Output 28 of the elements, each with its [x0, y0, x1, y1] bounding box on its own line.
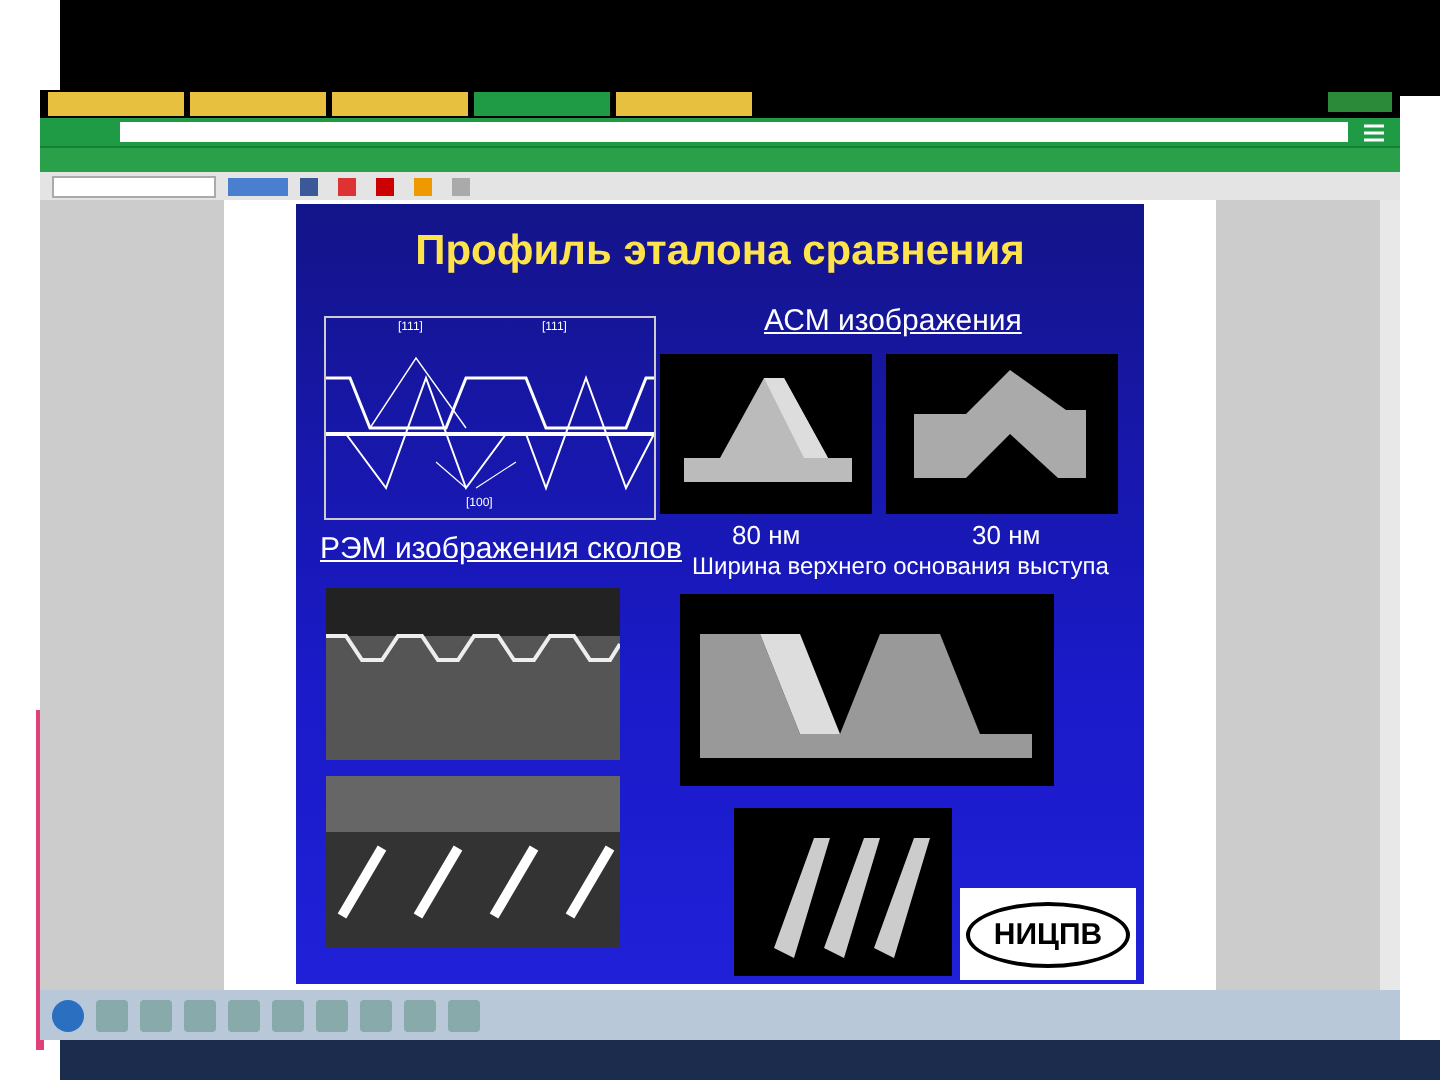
slide-title: Профиль эталона сравнения — [413, 228, 1027, 276]
taskbar-app-icon[interactable] — [404, 999, 436, 1031]
taskbar-app-icon[interactable] — [96, 999, 128, 1031]
address-field[interactable] — [120, 122, 1348, 142]
taskbar-app-icon[interactable] — [448, 999, 480, 1031]
image-caption: 80 нм — [732, 520, 801, 550]
scrollbar[interactable] — [1380, 200, 1400, 990]
browser-tab[interactable] — [332, 92, 468, 116]
browser-tab[interactable] — [48, 92, 184, 116]
taskbar-app-icon[interactable] — [140, 999, 172, 1031]
logo-oval: НИЦПВ — [965, 901, 1131, 967]
menu-icon[interactable] — [1364, 123, 1384, 141]
browser-tab[interactable] — [616, 92, 752, 116]
sem-heading: РЭМ изображения сколов — [320, 532, 682, 566]
taskbar-app-icon[interactable] — [316, 999, 348, 1031]
taskbar-app-icon[interactable] — [184, 999, 216, 1031]
taskbar-app-icon[interactable] — [228, 999, 260, 1031]
width-caption: Ширина верхнего основания выступа — [692, 552, 1109, 580]
search-field[interactable] — [52, 175, 216, 197]
taskbar-app-icon[interactable] — [272, 999, 304, 1031]
browser-tab[interactable] — [190, 92, 326, 116]
window-controls[interactable] — [1328, 92, 1392, 112]
browser-tab[interactable] — [474, 92, 610, 116]
start-icon[interactable] — [52, 999, 84, 1031]
afm-heading: АСМ изображения — [764, 304, 1022, 338]
search-button[interactable] — [228, 177, 288, 195]
taskbar-app-icon[interactable] — [360, 999, 392, 1031]
image-caption: 30 нм — [972, 520, 1041, 550]
